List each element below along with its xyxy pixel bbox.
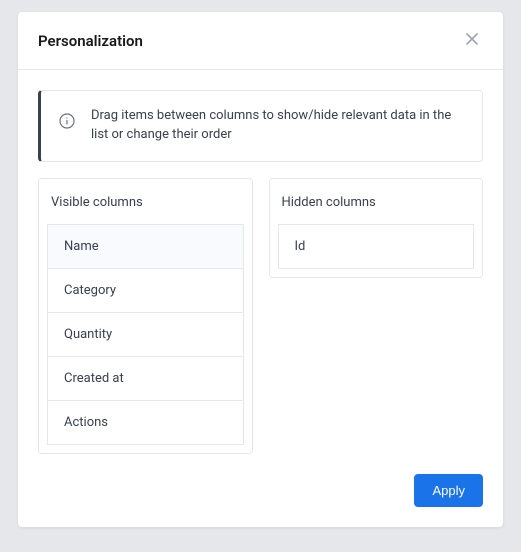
info-icon — [59, 113, 75, 133]
modal-header: Personalization — [18, 12, 503, 70]
list-item[interactable]: Category — [47, 269, 244, 313]
visible-columns-panel: Visible columns NameCategoryQuantityCrea… — [38, 178, 253, 454]
list-item[interactable]: Quantity — [47, 313, 244, 357]
modal-footer: Apply — [18, 474, 503, 527]
visible-columns-list[interactable]: NameCategoryQuantityCreated atActions — [47, 224, 244, 445]
hidden-columns-header: Hidden columns — [278, 187, 475, 224]
list-item[interactable]: Actions — [47, 401, 244, 445]
personalization-modal: Personalization Drag items between colum… — [18, 12, 503, 527]
hidden-columns-list[interactable]: Id — [278, 224, 475, 269]
columns-row: Visible columns NameCategoryQuantityCrea… — [38, 178, 483, 454]
close-button[interactable] — [461, 28, 483, 53]
visible-columns-header: Visible columns — [47, 187, 244, 224]
hint-text: Drag items between columns to show/hide … — [91, 107, 464, 145]
apply-button[interactable]: Apply — [414, 474, 483, 507]
hidden-columns-panel: Hidden columns Id — [269, 178, 484, 278]
list-item[interactable]: Created at — [47, 357, 244, 401]
list-item[interactable]: Name — [47, 224, 244, 269]
list-item[interactable]: Id — [278, 224, 475, 269]
hint-box: Drag items between columns to show/hide … — [38, 90, 483, 162]
modal-title: Personalization — [38, 32, 143, 50]
modal-body: Drag items between columns to show/hide … — [18, 70, 503, 474]
close-icon — [465, 32, 479, 49]
